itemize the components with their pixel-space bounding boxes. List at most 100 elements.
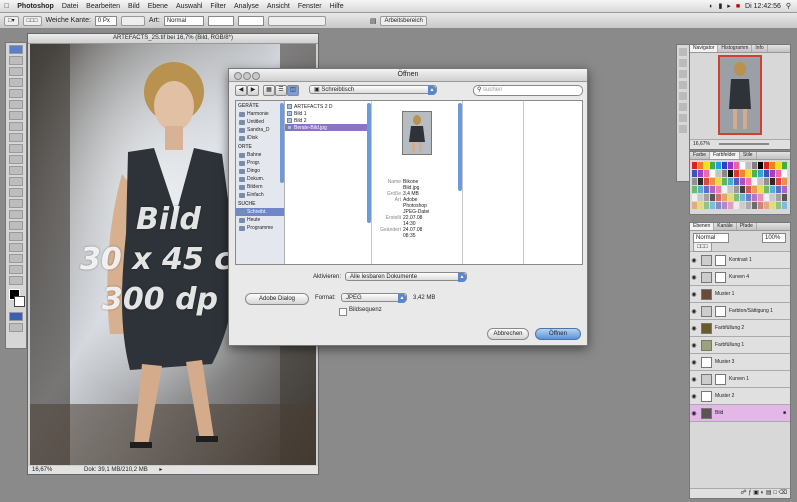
- eye-icon[interactable]: ◉: [690, 308, 698, 315]
- color-swatch[interactable]: [734, 186, 739, 193]
- tab-histogram[interactable]: Histogramm: [718, 45, 753, 52]
- color-swatch[interactable]: [698, 170, 703, 177]
- color-swatch[interactable]: [728, 162, 733, 169]
- trash-icon[interactable]: ⌫: [779, 490, 790, 496]
- color-swatch[interactable]: [782, 162, 787, 169]
- color-swatch[interactable]: [698, 194, 703, 201]
- eye-icon[interactable]: ◉: [690, 325, 698, 332]
- color-swatch[interactable]: [692, 162, 697, 169]
- color-swatch[interactable]: [722, 178, 727, 185]
- color-swatch[interactable]: [758, 162, 763, 169]
- eye-icon[interactable]: ◉: [690, 410, 698, 417]
- color-swatch[interactable]: [758, 194, 763, 201]
- refine-edge-button[interactable]: [267, 15, 326, 26]
- sidebar-item-harmonie[interactable]: Harmonie: [236, 110, 284, 118]
- color-swatch[interactable]: [728, 194, 733, 201]
- color-swatch[interactable]: [764, 202, 769, 209]
- list-item[interactable]: ARTEFACTS 2 D: [285, 103, 371, 110]
- color-swatch[interactable]: [758, 178, 763, 185]
- document-title[interactable]: ARTEFACTS_2S.tif bei 16,7% (Bild, RGB/8*…: [28, 34, 318, 44]
- menu-photoshop[interactable]: Photoshop: [13, 3, 58, 10]
- healing-brush-tool-icon[interactable]: [9, 111, 23, 120]
- color-swatch[interactable]: [692, 186, 697, 193]
- menu-ansicht[interactable]: Ansicht: [263, 3, 294, 10]
- crop-tool-icon[interactable]: [9, 89, 23, 98]
- sidebar-item-sandra[interactable]: Sandra_D: [236, 126, 284, 134]
- color-swatch[interactable]: [716, 186, 721, 193]
- color-swatch[interactable]: [734, 170, 739, 177]
- color-swatch[interactable]: [728, 170, 733, 177]
- color-swatch[interactable]: [746, 170, 751, 177]
- quick-mask-icon[interactable]: [9, 312, 23, 321]
- gradient-tool-icon[interactable]: [9, 166, 23, 175]
- menu-bild[interactable]: Bild: [124, 3, 144, 10]
- column-view-button[interactable]: ◫: [287, 85, 299, 96]
- sidebar-item-heute[interactable]: Heute: [236, 216, 284, 224]
- color-swatch[interactable]: [752, 170, 757, 177]
- notes-tool-icon[interactable]: [9, 243, 23, 252]
- tab-info[interactable]: Info: [752, 45, 768, 52]
- color-swatch[interactable]: [782, 194, 787, 201]
- dodge-tool-icon[interactable]: [9, 188, 23, 197]
- color-swatch[interactable]: [752, 186, 757, 193]
- magic-wand-tool-icon[interactable]: [9, 78, 23, 87]
- enable-select[interactable]: Alle lesbaren Dokumente ▲: [345, 272, 467, 282]
- history-icon[interactable]: [679, 48, 687, 56]
- background-color-swatch[interactable]: [14, 296, 25, 307]
- icon-view-button[interactable]: ▦: [263, 85, 275, 96]
- close-icon[interactable]: [234, 72, 242, 80]
- paragraph-icon[interactable]: [679, 114, 687, 122]
- color-swatch[interactable]: [776, 162, 781, 169]
- color-swatch[interactable]: [740, 202, 745, 209]
- color-swatch[interactable]: [782, 170, 787, 177]
- navigator-zoom-value[interactable]: 16,67%: [690, 141, 710, 147]
- swatch-grid[interactable]: [692, 162, 788, 210]
- color-swatch[interactable]: [740, 178, 745, 185]
- format-select[interactable]: JPEG ▲: [341, 293, 407, 303]
- volume-icon[interactable]: ▸: [727, 2, 731, 10]
- eye-icon[interactable]: ◉: [690, 376, 698, 383]
- history-brush-tool-icon[interactable]: [9, 144, 23, 153]
- tool-presets-icon[interactable]: [679, 81, 687, 89]
- path-selection-tool-icon[interactable]: [9, 221, 23, 230]
- color-swatch[interactable]: [758, 202, 763, 209]
- blur-tool-icon[interactable]: [9, 177, 23, 186]
- zoom-field[interactable]: 16,67%: [32, 467, 52, 473]
- color-swatch[interactable]: [710, 170, 715, 177]
- new-group-icon[interactable]: ▤: [766, 490, 772, 496]
- color-swatch[interactable]: [740, 162, 745, 169]
- layer-row[interactable]: ◉ Muster 1: [690, 286, 790, 303]
- color-swatch[interactable]: [704, 178, 709, 185]
- eye-icon[interactable]: ◉: [690, 342, 698, 349]
- color-swatch[interactable]: [746, 202, 751, 209]
- color-swatch[interactable]: [698, 178, 703, 185]
- color-swatch[interactable]: [746, 178, 751, 185]
- color-swatch[interactable]: [704, 170, 709, 177]
- color-swatch[interactable]: [746, 162, 751, 169]
- add-mask-icon[interactable]: ▣: [753, 490, 759, 496]
- menu-bearbeiten[interactable]: Bearbeiten: [82, 3, 124, 10]
- color-swatch[interactable]: [758, 170, 763, 177]
- clone-source-icon[interactable]: [679, 92, 687, 100]
- color-swatch[interactable]: [746, 194, 751, 201]
- clock[interactable]: Di 12:42:56: [745, 3, 781, 10]
- sidebar-scrollbar[interactable]: [280, 103, 284, 183]
- screen-mode-icon[interactable]: [9, 323, 23, 332]
- hand-tool-icon[interactable]: [9, 265, 23, 274]
- color-swatch[interactable]: [710, 202, 715, 209]
- color-swatch[interactable]: [752, 162, 757, 169]
- flag-icon[interactable]: ■: [736, 3, 740, 10]
- color-swatch[interactable]: [704, 186, 709, 193]
- layer-row[interactable]: ◉ Muster 3: [690, 354, 790, 371]
- color-swatch[interactable]: [770, 178, 775, 185]
- height-field[interactable]: [237, 15, 264, 26]
- lock-icons[interactable]: □□□: [693, 242, 712, 252]
- minimize-icon[interactable]: [243, 72, 251, 80]
- color-swatch[interactable]: [758, 186, 763, 193]
- sidebar-item-idisk[interactable]: iDisk: [236, 134, 284, 142]
- color-swatch[interactable]: [746, 186, 751, 193]
- menu-hilfe[interactable]: Hilfe: [326, 3, 348, 10]
- link-layers-icon[interactable]: ☍: [740, 490, 746, 496]
- color-swatch[interactable]: [728, 178, 733, 185]
- tab-paths[interactable]: Pfade: [737, 223, 757, 230]
